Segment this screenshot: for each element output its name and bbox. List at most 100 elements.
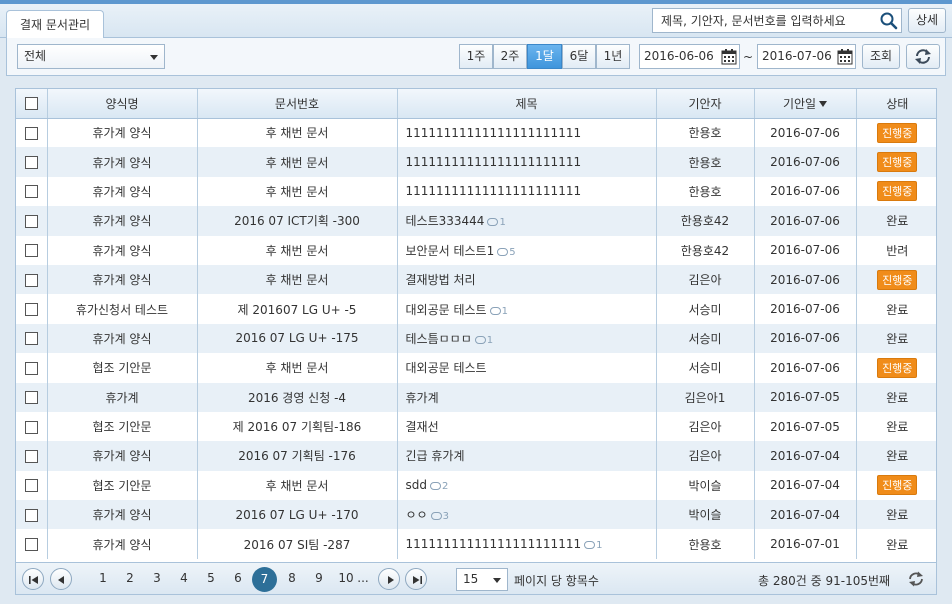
- row-checkbox[interactable]: [24, 538, 38, 552]
- refresh-button[interactable]: [906, 44, 940, 69]
- row-checkbox[interactable]: [24, 244, 38, 258]
- page-number-current[interactable]: 7: [252, 567, 277, 592]
- table-row[interactable]: 휴가계 양식 후 채번 문서 11111111111111111111111 한용호 2…: [16, 147, 936, 177]
- calendar-icon[interactable]: [837, 48, 853, 65]
- period-6-months-button[interactable]: 6달: [562, 44, 596, 69]
- page-size-select[interactable]: 15: [456, 568, 508, 591]
- table-row[interactable]: 휴가계 양식 후 채번 문서 11111111111111111111111 한용호 2…: [16, 176, 936, 207]
- search-button[interactable]: [877, 9, 901, 32]
- next-page-button[interactable]: [378, 568, 400, 590]
- search-input[interactable]: [653, 9, 877, 32]
- period-2-weeks-button[interactable]: 2주: [493, 44, 527, 69]
- row-checkbox[interactable]: [24, 508, 38, 522]
- header-doc-number[interactable]: 문서번호: [197, 89, 398, 119]
- row-checkbox[interactable]: [24, 273, 38, 287]
- first-page-button[interactable]: [22, 568, 44, 590]
- page-number[interactable]: 1: [92, 571, 114, 585]
- date-from-field[interactable]: 2016-06-06: [639, 44, 740, 69]
- prev-page-button[interactable]: [50, 568, 72, 590]
- period-1-year-button[interactable]: 1년: [596, 44, 630, 69]
- header-form-name[interactable]: 양식명: [47, 89, 198, 119]
- draft-date-cell: 2016-07-06: [754, 264, 857, 295]
- document-title[interactable]: 긴급 휴가계: [406, 449, 465, 463]
- status-cell: 진행중: [856, 177, 936, 206]
- doc-number-cell: 후 채번 문서: [197, 176, 398, 207]
- document-title[interactable]: sdd: [406, 478, 428, 492]
- page-number[interactable]: 3: [146, 571, 168, 585]
- document-title[interactable]: 대외공문 테스트: [406, 361, 487, 375]
- document-title[interactable]: 11111111111111111111111: [406, 155, 582, 169]
- table-row[interactable]: 휴가계 2016 경영 신청 -4 휴가계 김은아1 2016-07-05 완료: [16, 382, 936, 412]
- document-title[interactable]: 보안문서 테스트1: [406, 244, 495, 258]
- table-row[interactable]: 휴가계 양식 2016 07 LG U+ -175 테스틈ㅁㅁㅁ 1 서승미 2016-0…: [16, 323, 936, 354]
- calendar-icon[interactable]: [721, 48, 737, 65]
- document-title[interactable]: 11111111111111111111111: [406, 126, 582, 140]
- row-checkbox[interactable]: [24, 449, 38, 463]
- table-row[interactable]: 휴가계 양식 2016 07 기획팀 -176 긴급 휴가계 김은아 2016-07-0…: [16, 441, 936, 471]
- header-select-all[interactable]: [16, 89, 48, 119]
- title-cell: 대외공문 테스트: [397, 353, 657, 383]
- draft-date-cell: 2016-07-04: [754, 470, 857, 501]
- draft-date-cell: 2016-07-04: [754, 441, 857, 471]
- page-number[interactable]: 6: [227, 571, 249, 585]
- table-row[interactable]: 협조 기안문 후 채번 문서 sdd 2 박이슬 2016-07-04 진행중: [16, 470, 936, 501]
- last-page-button[interactable]: [405, 568, 427, 590]
- page-number[interactable]: 5: [200, 571, 222, 585]
- status-badge: 진행중: [877, 475, 918, 496]
- search-icon: [880, 12, 898, 30]
- comment-icon: [430, 482, 441, 491]
- title-cell: 결재선: [397, 411, 657, 442]
- header-title[interactable]: 제목: [397, 89, 657, 119]
- period-1-month-button[interactable]: 1달: [527, 44, 562, 69]
- row-checkbox[interactable]: [24, 361, 38, 375]
- header-draft-date[interactable]: 기안일: [754, 89, 857, 119]
- select-all-checkbox[interactable]: [24, 97, 38, 111]
- comment-count-value: 5: [509, 246, 516, 258]
- header-status[interactable]: 상태: [856, 89, 936, 119]
- document-title[interactable]: 11111111111111111111111: [406, 537, 582, 551]
- table-row[interactable]: 휴가계 양식 2016 07 LG U+ -170 ㅇㅇ 3 박이슬 2016-07-04…: [16, 500, 936, 530]
- title-cell: 11111111111111111111111: [397, 176, 657, 207]
- search-submit-button[interactable]: 조회: [862, 44, 900, 69]
- drafter-cell: 한용호: [656, 147, 755, 177]
- document-title[interactable]: 테스틈ㅁㅁㅁ: [406, 332, 472, 346]
- detail-search-button[interactable]: 상세: [908, 8, 946, 33]
- table-row[interactable]: 휴가계 양식 2016 07 ICT기획 -300 테스트333444 1 한용호42 2…: [16, 206, 936, 236]
- row-checkbox[interactable]: [24, 126, 38, 140]
- date-to-field[interactable]: 2016-07-06: [757, 44, 856, 69]
- row-checkbox[interactable]: [24, 332, 38, 346]
- page-ellipsis: ...: [357, 571, 369, 585]
- table-row[interactable]: 휴가계 양식 2016 07 SI팀 -287 111111111111111111…: [16, 529, 936, 559]
- table-row[interactable]: 휴가계 양식 후 채번 문서 결재방법 처리 김은아 2016-07-06 진행중: [16, 264, 936, 295]
- page-number[interactable]: 4: [173, 571, 195, 585]
- document-title[interactable]: 결재선: [406, 420, 439, 434]
- row-checkbox[interactable]: [24, 391, 38, 405]
- table-row[interactable]: 협조 기안문 제 2016 07 기획팀-186 결재선 김은아 2016-07-05 완…: [16, 411, 936, 442]
- document-title[interactable]: 휴가계: [406, 391, 439, 405]
- document-title[interactable]: 테스트333444: [406, 214, 485, 228]
- document-title[interactable]: 11111111111111111111111: [406, 184, 582, 198]
- period-1-week-button[interactable]: 1주: [459, 44, 493, 69]
- row-checkbox[interactable]: [24, 156, 38, 170]
- row-checkbox[interactable]: [24, 479, 38, 493]
- table-row[interactable]: 휴가신청서 테스트 제 201607 LG U+ -5 대외공문 테스트 1 서승미 20…: [16, 294, 936, 324]
- form-filter-select[interactable]: 전체: [17, 44, 165, 69]
- chevron-down-icon: [150, 55, 158, 60]
- row-checkbox[interactable]: [24, 303, 38, 317]
- row-checkbox[interactable]: [24, 185, 38, 199]
- table-row[interactable]: 협조 기안문 후 채번 문서 대외공문 테스트 서승미 2016-07-06 진행중: [16, 353, 936, 383]
- page-number[interactable]: 9: [308, 571, 330, 585]
- document-title[interactable]: ㅇㅇ: [406, 508, 428, 522]
- page-number[interactable]: 2: [119, 571, 141, 585]
- row-checkbox[interactable]: [24, 420, 38, 434]
- title-cell: sdd 2: [397, 470, 657, 501]
- page-number[interactable]: 8: [281, 571, 303, 585]
- document-title[interactable]: 대외공문 테스트: [406, 303, 487, 317]
- row-checkbox[interactable]: [24, 214, 38, 228]
- document-title[interactable]: 결재방법 처리: [406, 273, 476, 287]
- header-drafter[interactable]: 기안자: [656, 89, 755, 119]
- refresh-icon[interactable]: [906, 570, 926, 588]
- table-row[interactable]: 휴가계 양식 후 채번 문서 11111111111111111111111 한용호 2…: [16, 118, 936, 148]
- table-row[interactable]: 휴가계 양식 후 채번 문서 보안문서 테스트1 5 한용호42 2016-07-06 반려: [16, 235, 936, 265]
- tab-document-management[interactable]: 결재 문서관리: [6, 10, 104, 39]
